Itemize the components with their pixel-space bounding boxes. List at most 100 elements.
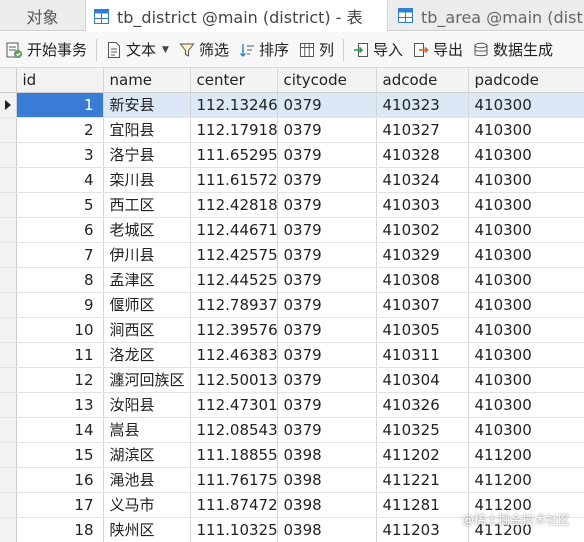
cell-citycode[interactable]: 0379 <box>277 342 377 368</box>
cell-name[interactable]: 洛龙区 <box>103 342 191 368</box>
cell-id[interactable]: 3 <box>16 142 104 168</box>
cell-center[interactable]: 112.44671 <box>190 217 278 243</box>
cell-adcode[interactable]: 410307 <box>376 292 469 318</box>
cell-padcode[interactable]: 410300 <box>468 192 584 218</box>
cell-name[interactable]: 汝阳县 <box>103 392 191 418</box>
cell-name[interactable]: 湖滨区 <box>103 442 191 468</box>
cell-name[interactable]: 栾川县 <box>103 167 191 193</box>
cell-center[interactable]: 112.42818 <box>190 192 278 218</box>
cell-id[interactable]: 11 <box>16 342 104 368</box>
row-marker[interactable] <box>0 342 17 368</box>
cell-padcode[interactable]: 410300 <box>468 167 584 193</box>
cell-center[interactable]: 111.61572 <box>190 167 278 193</box>
cell-adcode[interactable]: 411281 <box>376 492 469 518</box>
cell-adcode[interactable]: 410302 <box>376 217 469 243</box>
tab-objects[interactable]: 对象 <box>0 0 86 31</box>
cell-id[interactable]: 13 <box>16 392 104 418</box>
cell-center[interactable]: 112.47301 <box>190 392 278 418</box>
columns-button[interactable]: 列 <box>294 36 339 64</box>
table-row[interactable]: 6 老城区 112.44671 0379 410302 410300 <box>0 217 584 243</box>
chevron-down-icon[interactable]: ▼ <box>162 45 169 55</box>
cell-center[interactable]: 111.87472 <box>190 492 278 518</box>
tab-tb-area[interactable]: tb_area @main (district) - 表 <box>388 0 584 31</box>
cell-citycode[interactable]: 0379 <box>277 167 377 193</box>
table-row[interactable]: 9 偃师区 112.78937 0379 410307 410300 <box>0 292 584 318</box>
cell-name[interactable]: 嵩县 <box>103 417 191 443</box>
filter-button[interactable]: 筛选 <box>174 36 234 64</box>
cell-name[interactable]: 新安县 <box>103 92 191 118</box>
cell-citycode[interactable]: 0398 <box>277 467 377 493</box>
row-marker[interactable] <box>0 142 17 168</box>
cell-adcode[interactable]: 410308 <box>376 267 469 293</box>
cell-name[interactable]: 宜阳县 <box>103 117 191 143</box>
cell-name[interactable]: 渑池县 <box>103 467 191 493</box>
cell-adcode[interactable]: 410329 <box>376 242 469 268</box>
cell-name[interactable]: 义马市 <box>103 492 191 518</box>
cell-center[interactable]: 111.76175 <box>190 467 278 493</box>
table-row[interactable]: 8 孟津区 112.44525 0379 410308 410300 <box>0 267 584 293</box>
export-button[interactable]: 导出 <box>408 36 468 64</box>
cell-citycode[interactable]: 0379 <box>277 367 377 393</box>
table-row[interactable]: 1 新安县 112.13246 0379 410323 410300 <box>0 92 584 118</box>
cell-citycode[interactable]: 0398 <box>277 517 377 542</box>
cell-citycode[interactable]: 0379 <box>277 92 377 118</box>
cell-padcode[interactable]: 410300 <box>468 242 584 268</box>
cell-citycode[interactable]: 0398 <box>277 492 377 518</box>
cell-adcode[interactable]: 410304 <box>376 367 469 393</box>
table-row[interactable]: 7 伊川县 112.42575 0379 410329 410300 <box>0 242 584 268</box>
cell-padcode[interactable]: 411200 <box>468 467 584 493</box>
cell-name[interactable]: 孟津区 <box>103 267 191 293</box>
data-generation-button[interactable]: 数据生成 <box>468 36 558 64</box>
cell-center[interactable]: 111.65295 <box>190 142 278 168</box>
column-header-padcode[interactable]: padcode <box>468 68 584 93</box>
row-marker[interactable] <box>0 517 17 542</box>
cell-name[interactable]: 偃师区 <box>103 292 191 318</box>
cell-id[interactable]: 17 <box>16 492 104 518</box>
table-row[interactable]: 4 栾川县 111.61572 0379 410324 410300 <box>0 167 584 193</box>
row-marker[interactable] <box>0 392 17 418</box>
row-marker[interactable] <box>0 192 17 218</box>
cell-id[interactable]: 18 <box>16 517 104 542</box>
column-header-id[interactable]: id <box>16 68 104 93</box>
cell-citycode[interactable]: 0379 <box>277 267 377 293</box>
cell-name[interactable]: 洛宁县 <box>103 142 191 168</box>
row-marker[interactable] <box>0 242 17 268</box>
cell-padcode[interactable]: 410300 <box>468 292 584 318</box>
cell-adcode[interactable]: 410326 <box>376 392 469 418</box>
cell-citycode[interactable]: 0398 <box>277 442 377 468</box>
cell-adcode[interactable]: 410324 <box>376 167 469 193</box>
cell-center[interactable]: 112.46383 <box>190 342 278 368</box>
cell-name[interactable]: 西工区 <box>103 192 191 218</box>
sort-button[interactable]: 排序 <box>234 36 294 64</box>
cell-padcode[interactable]: 410300 <box>468 217 584 243</box>
table-row[interactable]: 11 洛龙区 112.46383 0379 410311 410300 <box>0 342 584 368</box>
table-row[interactable]: 2 宜阳县 112.17918 0379 410327 410300 <box>0 117 584 143</box>
column-header-name[interactable]: name <box>103 68 191 93</box>
cell-adcode[interactable]: 410328 <box>376 142 469 168</box>
row-marker[interactable] <box>0 442 17 468</box>
table-row[interactable]: 15 湖滨区 111.18855 0398 411202 411200 <box>0 442 584 468</box>
cell-id[interactable]: 5 <box>16 192 104 218</box>
cell-id[interactable]: 12 <box>16 367 104 393</box>
row-marker[interactable] <box>0 417 17 443</box>
cell-id[interactable]: 10 <box>16 317 104 343</box>
table-row[interactable]: 3 洛宁县 111.65295 0379 410328 410300 <box>0 142 584 168</box>
cell-id[interactable]: 15 <box>16 442 104 468</box>
cell-name[interactable]: 涧西区 <box>103 317 191 343</box>
table-row[interactable]: 14 嵩县 112.08543 0379 410325 410300 <box>0 417 584 443</box>
cell-padcode[interactable]: 410300 <box>468 367 584 393</box>
cell-name[interactable]: 老城区 <box>103 217 191 243</box>
cell-center[interactable]: 112.42575 <box>190 242 278 268</box>
cell-citycode[interactable]: 0379 <box>277 317 377 343</box>
cell-id[interactable]: 4 <box>16 167 104 193</box>
column-header-citycode[interactable]: citycode <box>277 68 377 93</box>
row-marker[interactable] <box>0 492 17 518</box>
cell-citycode[interactable]: 0379 <box>277 292 377 318</box>
row-marker[interactable] <box>0 117 17 143</box>
row-marker[interactable] <box>0 467 17 493</box>
cell-center[interactable]: 111.18855 <box>190 442 278 468</box>
column-header-adcode[interactable]: adcode <box>376 68 469 93</box>
tab-tb-district[interactable]: tb_district @main (district) - 表 <box>86 0 388 32</box>
cell-center[interactable]: 112.13246 <box>190 92 278 118</box>
cell-citycode[interactable]: 0379 <box>277 392 377 418</box>
